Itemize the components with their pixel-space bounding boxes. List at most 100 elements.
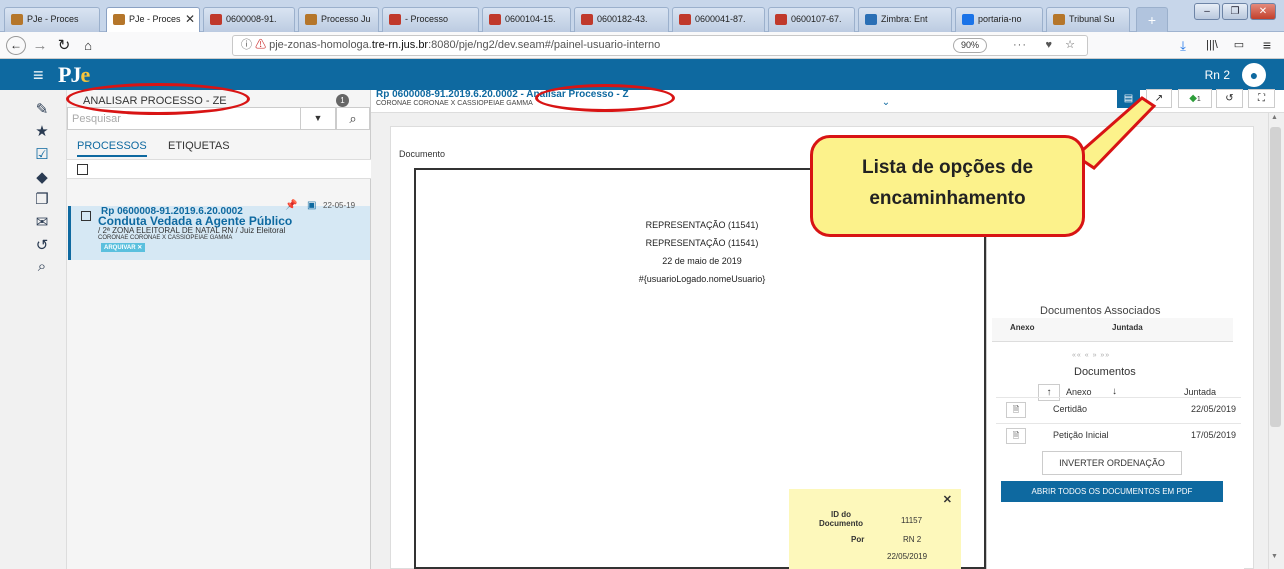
browser-tab[interactable]: 0600008-91. [203,7,295,32]
col-anexo-docs[interactable]: Anexo [1066,387,1092,397]
sort-down-icon[interactable]: ↓ [1112,386,1117,397]
browser-tab-label: - Processo [405,14,449,24]
tags-icon[interactable]: ◆ [33,168,51,186]
doc-icon [210,14,222,25]
col-juntada-docs[interactable]: Juntada [1184,387,1216,397]
history-button[interactable]: ↺ [1216,89,1243,108]
reload-button[interactable]: ↻ [56,36,72,55]
pje-icon [305,14,317,25]
zoom-level[interactable]: 90% [952,38,987,53]
browser-tab[interactable]: - Processo [382,7,479,32]
checkbox-icon[interactable]: ☑ [33,145,51,163]
scrollbar-thumb[interactable] [1270,127,1281,427]
tab-processos[interactable]: PROCESSOS [77,140,147,157]
pencil-icon[interactable]: ✎ [33,100,51,118]
bookmark-star-icon[interactable]: ☆ [1065,36,1075,55]
more-actions-icon[interactable]: ··· [1013,36,1027,55]
tags-button[interactable]: ◆1 [1178,89,1212,108]
tab-etiquetas[interactable]: ETIQUETAS [168,140,230,152]
process-checkbox[interactable] [81,211,91,221]
search-button[interactable]: ⌕ [336,107,370,130]
copy-icon[interactable]: ❐ [33,190,51,208]
tag-arquivar[interactable]: ARQUIVAR ✕ [101,243,146,252]
hamburger-menu-icon[interactable]: ≡ [33,66,44,84]
user-name[interactable]: Rn 2 [1205,68,1230,82]
document-date: 22/05/2019 [1190,404,1236,414]
new-tab-button[interactable]: + [1136,7,1168,32]
document-row[interactable]: 🗎 Certidão 22/05/2019 [996,397,1241,423]
close-icon[interactable]: ✕ [943,493,952,506]
pager[interactable]: «« « » »» [1072,352,1110,359]
process-parties: CORONAE CORONAE X CASSIOPEIAE GAMMA [98,235,233,241]
minimize-button[interactable]: – [1194,3,1220,20]
close-tab-icon[interactable]: ✕ [185,12,195,26]
open-all-pdf-button[interactable]: ABRIR TODOS OS DOCUMENTOS EM PDF [1001,481,1223,502]
browser-tab[interactable]: 0600041-87. [672,7,765,32]
doc-icon [581,14,593,25]
back-button[interactable]: ← [6,36,26,55]
browser-tab[interactable]: PJe - Proces [4,7,100,32]
browser-tab[interactable]: 0600182-43. [574,7,669,32]
user-avatar-icon[interactable]: ● [1242,63,1266,87]
pdf-icon[interactable]: 🗎 [1006,402,1026,418]
document-name[interactable]: Petição Inicial [1053,430,1109,440]
pje-icon [1053,14,1065,25]
doc-icon [775,14,787,25]
sig-por-label: Por [851,535,865,544]
pdf-icon[interactable]: 🗎 [1006,428,1026,444]
pocket-icon[interactable]: ♥ [1045,36,1052,55]
sig-id-value: 11157 [901,516,923,525]
browser-tab[interactable]: 0600104-15. [482,7,571,32]
browser-tab[interactable]: 0600107-67. [768,7,855,32]
scroll-up-icon[interactable]: ▲ [1271,114,1278,121]
search-filter-dropdown[interactable]: ▼ [300,107,336,130]
url-bar[interactable]: ⓘ ⚠ pje-zonas-homologa.tre-rn.jus.br:808… [232,35,1088,56]
process-card[interactable]: 📌 ▣ 22-05-19 Rp 0600008-91.2019.6.20.000… [68,200,370,260]
pje-logo[interactable]: PJe [58,62,90,88]
select-all-checkbox[interactable] [77,164,88,175]
doc-icon [489,14,501,25]
document-label: Documento [399,149,446,159]
close-window-button[interactable]: ✕ [1250,3,1276,20]
doc-icon [679,14,691,25]
star-icon[interactable]: ★ [33,122,51,140]
pje-icon [11,14,23,25]
document-name[interactable]: Certidão [1053,404,1087,414]
calendar-icon: ▣ [307,200,317,211]
browser-tab-label: portaria-no [978,14,1022,24]
browser-tab[interactable]: Tribunal Su [1046,7,1130,32]
col-juntada[interactable]: Juntada [1112,323,1143,332]
menu-icon[interactable]: ≡ [1259,36,1275,55]
browser-tab[interactable]: portaria-no [955,7,1043,32]
tag-count: 1 [1196,96,1201,103]
col-anexo[interactable]: Anexo [1010,323,1034,332]
browser-tab[interactable]: Zimbra: Ent [858,7,952,32]
chevron-down-icon[interactable]: ⌄ [879,97,893,108]
sig-id-label: ID do Documento [819,510,863,528]
doc-icon [389,14,401,25]
browser-tab[interactable]: Processo Ju [298,7,379,32]
browser-tab-label: Tribunal Su [1069,14,1115,24]
url-prefix: pje-zonas-homologa. [269,39,372,51]
envelope-icon[interactable]: ✉ [33,213,51,231]
forward-button[interactable]: → [32,36,48,55]
sidebar-icon[interactable]: ▭ [1231,36,1247,55]
browser-tab-label: 0600041-87. [695,14,746,24]
library-icon[interactable]: |||\ [1203,36,1221,55]
search-icon[interactable]: ⌕ [33,258,51,275]
signature-box: ✕ ID do Documento 11157 Por RN 2 22/05/2… [789,489,961,569]
doc-line-4: #{usuarioLogado.nomeUsuario} [638,274,766,284]
downloads-icon[interactable]: ⤓ [1175,36,1191,55]
icon-rail: ✎ ★ ☑ ◆ ❐ ✉ ↺ ⌕ [0,90,67,569]
scroll-down-icon[interactable]: ▼ [1271,553,1278,560]
pin-icon[interactable]: 📌 [285,200,297,211]
invert-order-button[interactable]: INVERTER ORDENAÇÃO [1042,451,1182,475]
history-icon[interactable]: ↺ [33,236,51,254]
maximize-button[interactable]: ❐ [1222,3,1248,20]
url-path: :8080/pje/ng2/dev.seam#/painel-usuario-i… [428,39,661,51]
document-row[interactable]: 🗎 Petição Inicial 17/05/2019 [996,423,1241,449]
home-button[interactable]: ⌂ [80,36,96,55]
fullscreen-button[interactable]: ⛶ [1248,89,1275,108]
site-info-icon[interactable]: ⓘ [241,39,252,51]
browser-tab[interactable]: PJe - Proces ✕ [106,7,200,33]
